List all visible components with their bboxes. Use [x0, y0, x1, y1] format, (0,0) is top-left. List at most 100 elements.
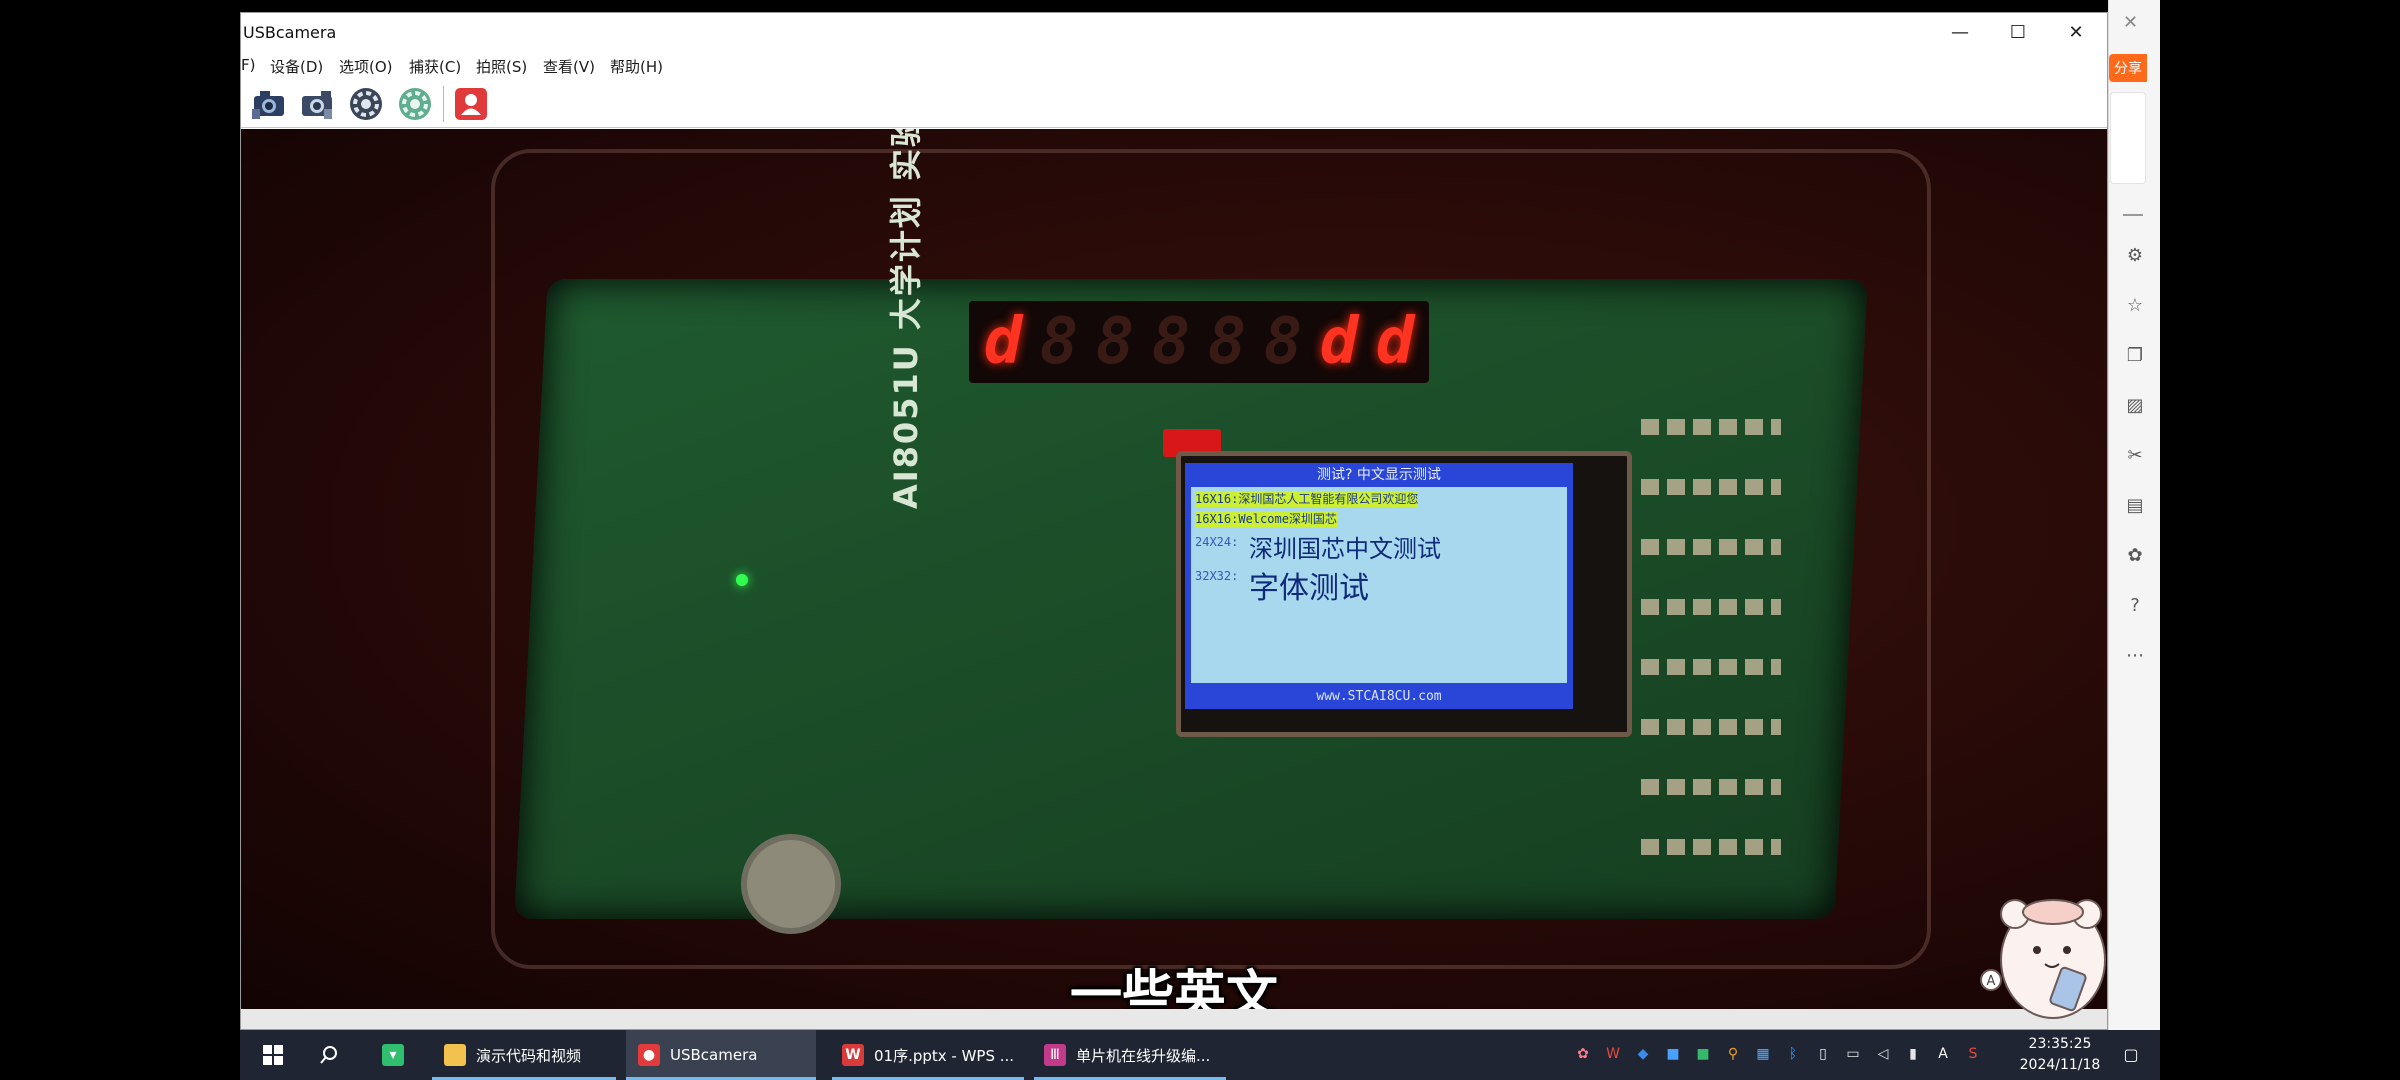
tray-network-app-icon[interactable]: ■: [1663, 1044, 1683, 1064]
menu-file[interactable]: F): [241, 56, 255, 74]
taskbar-item-label: USBcamera: [670, 1046, 758, 1064]
menu-view[interactable]: 查看(V): [543, 56, 595, 77]
video-subtitle: 一些英文: [1069, 966, 1278, 1009]
help-icon[interactable]: ?: [2122, 592, 2148, 618]
seven-segment-display: d 8 8 8 8 8 d d: [969, 301, 1429, 383]
lcd-title: 测试? 中文显示测试: [1317, 467, 1441, 483]
header-pins: [1641, 599, 1781, 615]
camera-feed: d 8 8 8 8 8 d d AI8051U 大学计划 实验箱 V1.2 测试…: [241, 129, 2107, 1009]
extension-icon[interactable]: ✿: [2122, 542, 2148, 568]
start-button[interactable]: [258, 1030, 288, 1080]
menu-help[interactable]: 帮助(H): [610, 56, 663, 77]
panel-close-icon[interactable]: ✕: [2123, 12, 2138, 33]
menu-snapshot[interactable]: 拍照(S): [476, 56, 527, 77]
lcd-line-16x16-chinese: 16X16:深圳国芯人工智能有限公司欢迎您: [1195, 491, 1419, 507]
maximize-icon: ☐: [2009, 22, 2027, 43]
windows-logo-icon: [263, 1045, 283, 1065]
minimize-button[interactable]: —: [1931, 13, 1989, 52]
copy-icon[interactable]: ❐: [2122, 342, 2148, 368]
image-edit-icon[interactable]: ▨: [2122, 392, 2148, 418]
pinned-app-button[interactable]: ▾: [378, 1030, 408, 1080]
header-pins: [1641, 839, 1781, 855]
usb-drive-icon[interactable]: ▯: [1813, 1044, 1833, 1064]
mascot-sticker: A: [1980, 899, 2106, 1019]
sogou-ime-icon[interactable]: S: [1963, 1044, 1983, 1064]
tray-wps-icon[interactable]: W: [1603, 1044, 1623, 1064]
green-app-icon: ▾: [382, 1044, 404, 1066]
minimize-icon: —: [1951, 22, 1969, 43]
svg-text:A: A: [1987, 974, 1996, 989]
panel-divider: [2123, 214, 2143, 216]
segment-digit: d: [1375, 305, 1415, 379]
filter-icon[interactable]: ⚙: [2122, 242, 2148, 268]
taskbar-item-folder[interactable]: 演示代码和视频: [432, 1030, 616, 1080]
header-pins: [1641, 419, 1781, 435]
tray-app-icon[interactable]: ✿: [1573, 1044, 1593, 1064]
title-bar[interactable]: USBcamera — ☐ ✕: [241, 13, 2107, 52]
snapshot-button[interactable]: [451, 84, 491, 124]
menu-device[interactable]: 设备(D): [270, 56, 323, 77]
header-pins: [1641, 779, 1781, 795]
settings-gear-icon: [350, 88, 382, 120]
clock-time: 23:35:25: [2028, 1036, 2092, 1052]
camera-capture-button[interactable]: [249, 84, 289, 124]
header-pins: [1641, 719, 1781, 735]
share-button[interactable]: 分享: [2109, 54, 2147, 82]
menu-bar: F) 设备(D) 选项(O) 捕获(C) 拍照(S) 查看(V) 帮助(H): [241, 52, 2107, 78]
segment-digit: 8: [1151, 305, 1191, 379]
close-icon: ✕: [2068, 22, 2084, 43]
tools-icon[interactable]: ✂: [2122, 442, 2148, 468]
usbcamera-app-icon: ●: [638, 1044, 660, 1066]
video-camera-icon: [302, 91, 332, 119]
menu-options[interactable]: 选项(O): [339, 56, 393, 77]
segment-digit: d: [1319, 305, 1359, 379]
maximize-button[interactable]: ☐: [1989, 13, 2047, 52]
lcd-text-24x24: 深圳国芯中文测试: [1249, 535, 1441, 563]
microphone-icon[interactable]: ▮: [1903, 1044, 1923, 1064]
taskbar-item-label: 01序.pptx - WPS ...: [874, 1046, 1015, 1065]
settings-button[interactable]: [346, 84, 386, 124]
more-icon[interactable]: ⋯: [2122, 642, 2148, 668]
segment-digit: 8: [1263, 305, 1303, 379]
window-title: USBcamera: [243, 23, 337, 42]
segment-digit: 8: [1207, 305, 1247, 379]
taskbar-item-usbcamera[interactable]: ● USBcamera: [626, 1030, 816, 1080]
close-button[interactable]: ✕: [2047, 13, 2105, 52]
notification-icon[interactable]: ▢: [2120, 1043, 2142, 1065]
taskbar-item-label: 单片机在线升级编...: [1076, 1046, 1211, 1065]
bluetooth-icon[interactable]: ᛒ: [1783, 1044, 1803, 1064]
taskbar-item-stc-isp[interactable]: Ⅲ 单片机在线升级编...: [1034, 1030, 1226, 1080]
search-button[interactable]: [314, 1030, 344, 1080]
lcd-screen: 测试? 中文显示测试 16X16:深圳国芯人工智能有限公司欢迎您 16X16:W…: [1185, 463, 1573, 709]
toolbar: [241, 78, 2107, 128]
lcd-text-32x32: 字体测试: [1249, 571, 1369, 606]
tray-shield-icon[interactable]: ◆: [1633, 1044, 1653, 1064]
power-led: [736, 574, 748, 586]
volume-icon[interactable]: ◁: [1873, 1044, 1893, 1064]
desktop: USBcamera — ☐ ✕ F) 设备(D) 选项(O) 捕获(C) 拍照(…: [0, 0, 2400, 1080]
folder-icon: [444, 1044, 466, 1066]
ime-indicator[interactable]: A: [1933, 1044, 1953, 1064]
user-snapshot-icon: [455, 88, 487, 120]
video-camera-button[interactable]: [297, 84, 337, 124]
menu-capture[interactable]: 捕获(C): [409, 56, 461, 77]
system-clock[interactable]: 23:35:25 2024/11/18: [2010, 1034, 2110, 1076]
toolbar-separator: [443, 86, 444, 122]
taskbar-item-wps[interactable]: W 01序.pptx - WPS ...: [832, 1030, 1024, 1080]
window-status-strip: [241, 1009, 2107, 1029]
taskbar-item-label: 演示代码和视频: [476, 1046, 582, 1065]
wps-icon: W: [842, 1044, 864, 1066]
segment-digit: d: [983, 305, 1023, 379]
tray-search-icon[interactable]: ⚲: [1723, 1044, 1743, 1064]
book-icon[interactable]: ▤: [2122, 492, 2148, 518]
usbcamera-window: USBcamera — ☐ ✕ F) 设备(D) 选项(O) 捕获(C) 拍照(…: [240, 12, 2108, 1030]
lcd-tag-32x32: 32X32:: [1195, 569, 1239, 583]
network-icon[interactable]: ▭: [1843, 1044, 1863, 1064]
tray-chat-icon[interactable]: ■: [1693, 1044, 1713, 1064]
lcd-tag-24x24: 24X24:: [1195, 535, 1239, 549]
tray-grid-icon[interactable]: ▦: [1753, 1044, 1773, 1064]
advanced-settings-button[interactable]: [395, 84, 435, 124]
star-icon[interactable]: ☆: [2122, 292, 2148, 318]
taskbar: ▾ 演示代码和视频 ● USBcamera W 01序.pptx - WPS .…: [240, 1030, 2160, 1080]
segment-digit: 8: [1095, 305, 1135, 379]
